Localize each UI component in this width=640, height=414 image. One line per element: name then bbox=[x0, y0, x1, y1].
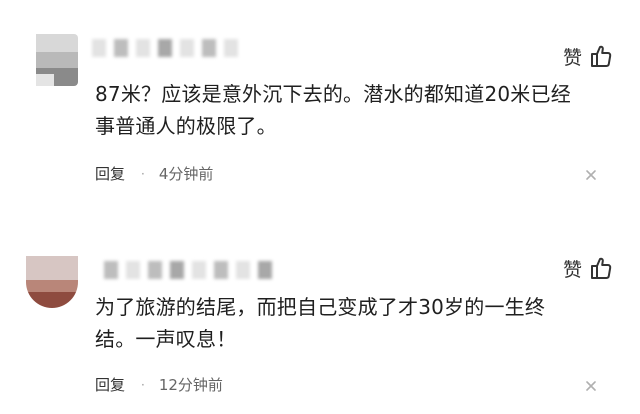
comment-text: 为了旅游的结尾，而把自己变成了才30岁的一生终 结。一声叹息！ bbox=[95, 295, 546, 351]
comment-text: 87米？应该是意外沉下去的。潜水的都知道20米已经 事普通人的极限了。 bbox=[95, 82, 571, 138]
like-button[interactable]: 赞 bbox=[563, 42, 612, 70]
reply-button[interactable]: 回复 bbox=[95, 163, 125, 184]
like-button[interactable]: 赞 bbox=[563, 254, 612, 282]
meta-separator: · bbox=[141, 377, 145, 392]
like-label: 赞 bbox=[562, 258, 582, 281]
like-label: 赞 bbox=[562, 46, 582, 69]
close-icon bbox=[586, 381, 596, 391]
avatar[interactable] bbox=[26, 256, 78, 308]
comment-item: 赞 87米？应该是意外沉下去的。潜水的都知道20米已经 事普通人的极限了。 回复… bbox=[0, 0, 640, 207]
reply-button[interactable]: 回复 bbox=[95, 374, 125, 395]
comment-time: 12分钟前 bbox=[158, 376, 223, 394]
close-button[interactable] bbox=[584, 379, 598, 393]
avatar[interactable] bbox=[26, 34, 78, 86]
username-blurred bbox=[104, 261, 272, 279]
thumbs-up-icon bbox=[591, 257, 612, 279]
thumbs-up-icon bbox=[591, 45, 612, 67]
comment-time: 4分钟前 bbox=[158, 165, 214, 183]
username-blurred bbox=[92, 39, 238, 57]
close-button[interactable] bbox=[584, 168, 598, 182]
comment-meta: 回复 · 12分钟前 bbox=[95, 374, 223, 395]
close-icon bbox=[586, 170, 596, 180]
meta-separator: · bbox=[141, 166, 145, 181]
comment-meta: 回复 · 4分钟前 bbox=[95, 163, 213, 184]
comment-item: 赞 为了旅游的结尾，而把自己变成了才30岁的一生终 结。一声叹息！ 回复 · 1… bbox=[0, 207, 640, 414]
